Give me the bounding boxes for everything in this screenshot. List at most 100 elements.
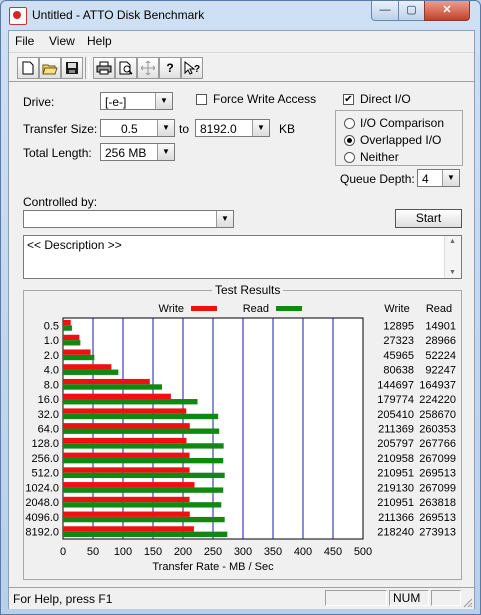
bar-read <box>63 369 119 375</box>
read-value-label: 164937 <box>419 379 456 391</box>
chevron-down-icon: ▼ <box>157 144 174 160</box>
window-title: Untitled - ATTO Disk Benchmark <box>32 8 205 22</box>
title-bar[interactable]: Untitled - ATTO Disk Benchmark — ▢ ✕ <box>1 1 480 29</box>
transfer-size-label: Transfer Size: <box>23 122 98 136</box>
write-value-label: 12895 <box>383 320 414 332</box>
minimize-button[interactable]: — <box>371 1 399 21</box>
write-value-label: 144697 <box>377 379 414 391</box>
bar-write <box>63 378 150 385</box>
menu-bar: File View Help <box>9 31 474 51</box>
y-tick-label: 4096.0 <box>25 512 59 524</box>
legend-read-label: Read <box>243 303 269 315</box>
read-value-label: 28966 <box>425 335 456 347</box>
save-icon[interactable] <box>61 57 83 79</box>
menu-help[interactable]: Help <box>87 34 112 48</box>
help-icon[interactable]: ? <box>159 57 181 79</box>
new-icon[interactable] <box>17 57 39 79</box>
read-value-label: 267766 <box>419 438 456 450</box>
y-tick-label: 16.0 <box>38 394 59 406</box>
bar-write <box>63 437 187 444</box>
drive-value: [-e-] <box>105 95 127 109</box>
resize-grip-icon[interactable] <box>461 596 473 608</box>
bar-read <box>63 487 224 493</box>
bar-write <box>63 408 187 414</box>
description-scrollbar[interactable]: ▲ ▼ <box>444 236 461 278</box>
y-tick-label: 0.5 <box>44 320 59 332</box>
read-value-label: 263818 <box>419 497 456 509</box>
write-value-label: 210951 <box>377 497 414 509</box>
maximize-button[interactable]: ▢ <box>398 1 425 21</box>
transfer-to-select[interactable]: 8192.0 ▼ <box>195 119 270 137</box>
overlapped-io-radio[interactable] <box>344 135 355 146</box>
chevron-down-icon: ▼ <box>155 93 172 109</box>
x-tick-label: 200 <box>174 546 192 558</box>
description-text: << Description >> <box>27 238 122 252</box>
legend-read-swatch <box>276 306 302 311</box>
queue-depth-select[interactable]: 4 ▼ <box>417 169 460 187</box>
x-tick-label: 150 <box>144 546 162 558</box>
write-value-label: 211366 <box>378 512 414 524</box>
write-value-label: 218240 <box>377 527 414 539</box>
write-value-label: 179774 <box>377 394 414 406</box>
read-value-label: 273913 <box>419 527 456 539</box>
menu-view[interactable]: View <box>49 34 75 48</box>
overlapped-io-label: Overlapped I/O <box>360 133 442 147</box>
transfer-from-select[interactable]: 0.5 ▼ <box>100 119 175 137</box>
total-length-value: 256 MB <box>105 146 147 160</box>
toolbar-separator <box>85 57 89 79</box>
read-value-label: 52224 <box>425 350 456 362</box>
scroll-up-icon[interactable]: ▲ <box>449 238 456 245</box>
direct-io-checkbox[interactable]: ✔ <box>343 94 354 105</box>
chevron-down-icon: ▼ <box>216 211 233 227</box>
write-value-label: 205797 <box>377 438 414 450</box>
bar-write <box>63 496 190 503</box>
write-value-label: 210951 <box>377 468 414 480</box>
read-value-label: 92247 <box>425 365 456 377</box>
write-value-label: 27323 <box>383 335 414 347</box>
force-write-checkbox[interactable] <box>196 94 207 105</box>
total-length-select[interactable]: 256 MB ▼ <box>100 143 175 161</box>
legend-write-swatch <box>191 306 217 311</box>
read-column-header: Read <box>426 303 452 315</box>
bar-write <box>63 393 171 400</box>
bar-write <box>63 526 194 532</box>
print-preview-icon[interactable] <box>115 57 137 79</box>
y-tick-label: 8.0 <box>44 379 59 391</box>
y-tick-label: 32.0 <box>38 409 59 421</box>
bar-read <box>63 531 228 537</box>
controlled-by-select[interactable]: ▼ <box>23 210 234 228</box>
transfer-from-value: 0.5 <box>121 122 138 136</box>
test-results-panel: Test Results 0 50 100 150 200 250 300 350 400 450… <box>23 283 462 580</box>
print-icon[interactable] <box>93 57 115 79</box>
svg-text:?: ? <box>194 64 200 75</box>
drive-select[interactable]: [-e-] ▼ <box>100 92 173 110</box>
bar-read <box>63 340 81 346</box>
description-box[interactable]: << Description >> ▲ ▼ <box>23 235 462 279</box>
bar-read <box>63 516 225 523</box>
context-help-icon[interactable]: ? <box>181 57 203 79</box>
write-column-header: Write <box>384 303 409 315</box>
neither-radio[interactable] <box>344 152 355 163</box>
bar-write <box>63 423 190 429</box>
scroll-down-icon[interactable]: ▼ <box>449 269 456 276</box>
y-tick-label: 8192.0 <box>25 527 59 539</box>
write-value-label: 210958 <box>377 453 414 465</box>
open-icon[interactable] <box>39 57 61 79</box>
bar-write <box>63 334 80 341</box>
bar-write <box>63 467 190 473</box>
atto-app-icon <box>9 7 27 25</box>
chevron-down-icon: ▼ <box>442 170 459 186</box>
move-icon[interactable] <box>137 57 159 79</box>
read-value-label: 267099 <box>419 453 456 465</box>
legend-write-label: Write <box>159 303 184 315</box>
close-button[interactable]: ✕ <box>424 1 470 21</box>
io-comparison-radio[interactable] <box>344 118 355 129</box>
y-tick-label: 256.0 <box>31 453 59 465</box>
bar-write <box>63 364 112 370</box>
menu-file[interactable]: File <box>15 34 34 48</box>
status-panel-empty-1 <box>325 590 387 606</box>
chevron-down-icon: ▼ <box>157 120 174 136</box>
start-button[interactable]: Start <box>395 209 462 228</box>
x-tick-label: 0 <box>60 546 66 558</box>
y-tick-label: 64.0 <box>38 424 59 436</box>
